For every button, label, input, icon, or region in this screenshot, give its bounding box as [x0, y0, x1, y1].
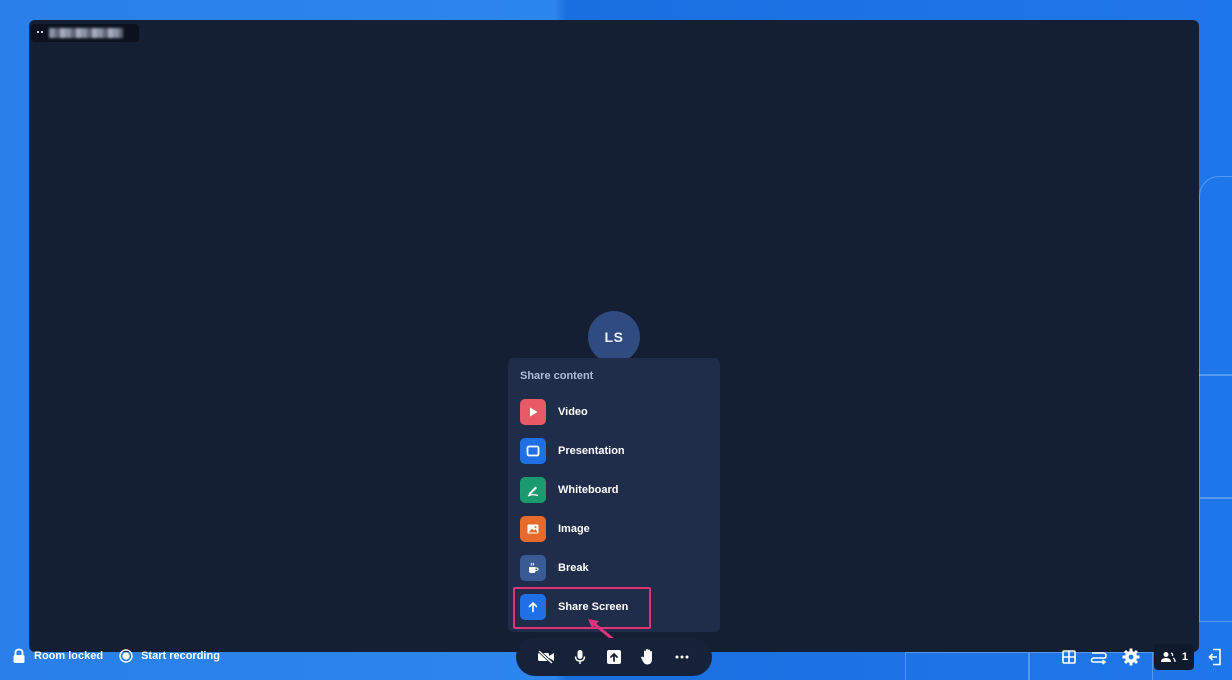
lock-icon	[13, 648, 25, 663]
menu-item-label: Presentation	[558, 445, 625, 457]
room-locked-label: Room locked	[34, 650, 104, 662]
microphone-button[interactable]	[571, 648, 589, 666]
settings-button[interactable]	[1122, 648, 1140, 666]
menu-item-break[interactable]: Break	[520, 554, 589, 582]
grid-layout-icon	[1062, 650, 1076, 664]
camera-off-icon	[537, 650, 554, 664]
room-locked-button[interactable]: Room locked	[12, 648, 103, 664]
raise-hand-button[interactable]	[639, 648, 657, 666]
swap-arrows-icon	[1090, 652, 1107, 665]
whiteboard-pen-icon	[520, 477, 546, 503]
participants-icon	[1160, 652, 1176, 663]
menu-item-image[interactable]: Image	[520, 515, 590, 543]
background-panel	[1199, 498, 1232, 622]
share-icon	[607, 650, 621, 664]
share-content-button[interactable]	[605, 648, 623, 666]
meeting-toolbar	[516, 638, 712, 676]
play-icon	[520, 399, 546, 425]
footer-right: 1	[1062, 644, 1222, 670]
layout-grid-button[interactable]	[1062, 650, 1076, 664]
background-panel	[905, 652, 1029, 680]
switch-view-button[interactable]	[1090, 649, 1108, 665]
exit-door-icon	[1208, 648, 1221, 666]
menu-item-label: Whiteboard	[558, 484, 619, 496]
gear-icon	[1122, 648, 1140, 666]
coffee-cup-icon	[520, 555, 546, 581]
presentation-icon	[520, 438, 546, 464]
image-icon	[520, 516, 546, 542]
background-panel	[1199, 374, 1232, 498]
leave-room-button[interactable]	[1208, 648, 1222, 666]
participants-button[interactable]: 1	[1153, 644, 1194, 670]
start-recording-button[interactable]: Start recording	[119, 649, 220, 663]
menu-item-whiteboard[interactable]: Whiteboard	[520, 476, 619, 504]
start-recording-label: Start recording	[141, 650, 220, 662]
menu-item-label: Image	[558, 523, 590, 535]
connection-dots-icon	[37, 31, 43, 35]
menu-item-label: Break	[558, 562, 589, 574]
raise-hand-icon	[641, 649, 652, 665]
menu-item-video[interactable]: Video	[520, 398, 588, 426]
blurred-participant-name: ••••••••	[49, 28, 123, 38]
record-icon	[119, 649, 133, 663]
microphone-icon	[574, 650, 586, 664]
participant-count: 1	[1181, 651, 1188, 663]
arrow-up-icon	[520, 594, 546, 620]
menu-item-label: Share Screen	[558, 601, 629, 613]
share-content-menu: Share content Video Presentation Whitebo…	[508, 358, 720, 632]
menu-heading: Share content	[520, 370, 594, 382]
participant-name-tag: ••••••••	[31, 24, 139, 42]
more-options-button[interactable]	[673, 648, 691, 666]
camera-toggle-button[interactable]	[537, 648, 555, 666]
footer-left: Room locked Start recording	[12, 648, 220, 664]
more-icon	[675, 655, 689, 659]
background-panel	[1199, 176, 1232, 376]
participant-avatar: LS	[588, 311, 640, 363]
menu-item-presentation[interactable]: Presentation	[520, 437, 625, 465]
menu-item-label: Video	[558, 406, 588, 418]
